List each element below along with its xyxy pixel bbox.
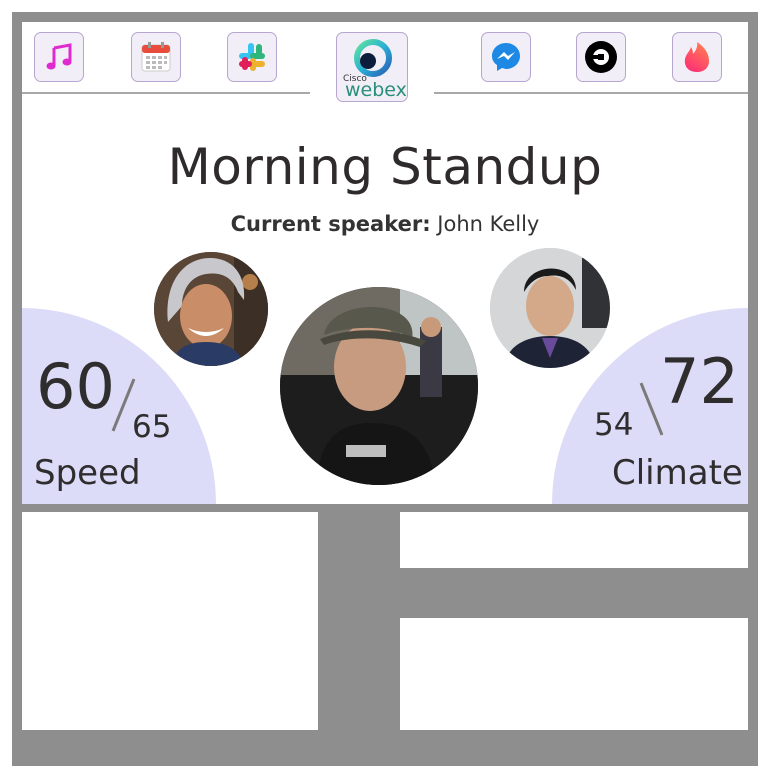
calendar-icon (140, 41, 172, 73)
tinder-app-button[interactable] (672, 32, 722, 82)
music-note-icon (44, 42, 74, 72)
participant-avatar-center-speaker[interactable] (280, 287, 478, 485)
bottom-right-bottom-panel[interactable] (400, 618, 748, 730)
participant-right-portrait (490, 248, 610, 368)
frame-top (12, 12, 758, 22)
speed-label: Speed (34, 453, 141, 493)
frame-right (748, 12, 758, 766)
climate-current-temperature: 54 (594, 407, 634, 443)
music-app-button[interactable] (34, 32, 84, 82)
app-bar-divider-right (434, 92, 748, 94)
uber-app-button[interactable] (576, 32, 626, 82)
messenger-icon (489, 40, 523, 74)
participant-avatar-right[interactable] (490, 248, 610, 368)
participant-left-portrait (154, 252, 268, 366)
slack-icon (235, 40, 269, 74)
meeting-title: Morning Standup (167, 138, 603, 196)
speed-limit: 65 (132, 409, 172, 445)
participant-avatar-left[interactable] (154, 252, 268, 366)
frame-bottom-bar (12, 730, 758, 766)
app-bar-divider-left (22, 92, 310, 94)
calendar-app-button[interactable] (131, 32, 181, 82)
car-dashboard-screen: Cisco webex Morning Standup Current spea… (0, 0, 766, 766)
webex-app-button[interactable]: Cisco webex (336, 32, 408, 102)
current-speaker-label: Current speaker: (230, 212, 431, 236)
webex-brand-label: webex (345, 79, 407, 101)
climate-label: Climate (612, 453, 743, 493)
bottom-left-panel[interactable] (22, 512, 318, 730)
slack-app-button[interactable] (227, 32, 277, 82)
participant-center-portrait (280, 287, 478, 485)
panel-vertical-divider (318, 504, 400, 766)
climate-set-temperature: 72 (660, 345, 739, 418)
frame-left (12, 12, 22, 766)
messenger-app-button[interactable] (481, 32, 531, 82)
tinder-flame-icon (681, 40, 713, 74)
current-speaker: Current speaker: John Kelly (22, 212, 748, 236)
uber-icon (583, 39, 619, 75)
panel-horizontal-divider (398, 568, 758, 618)
speed-current: 60 (36, 350, 115, 423)
current-speaker-name: John Kelly (437, 212, 540, 236)
bottom-right-top-panel[interactable] (400, 512, 748, 568)
